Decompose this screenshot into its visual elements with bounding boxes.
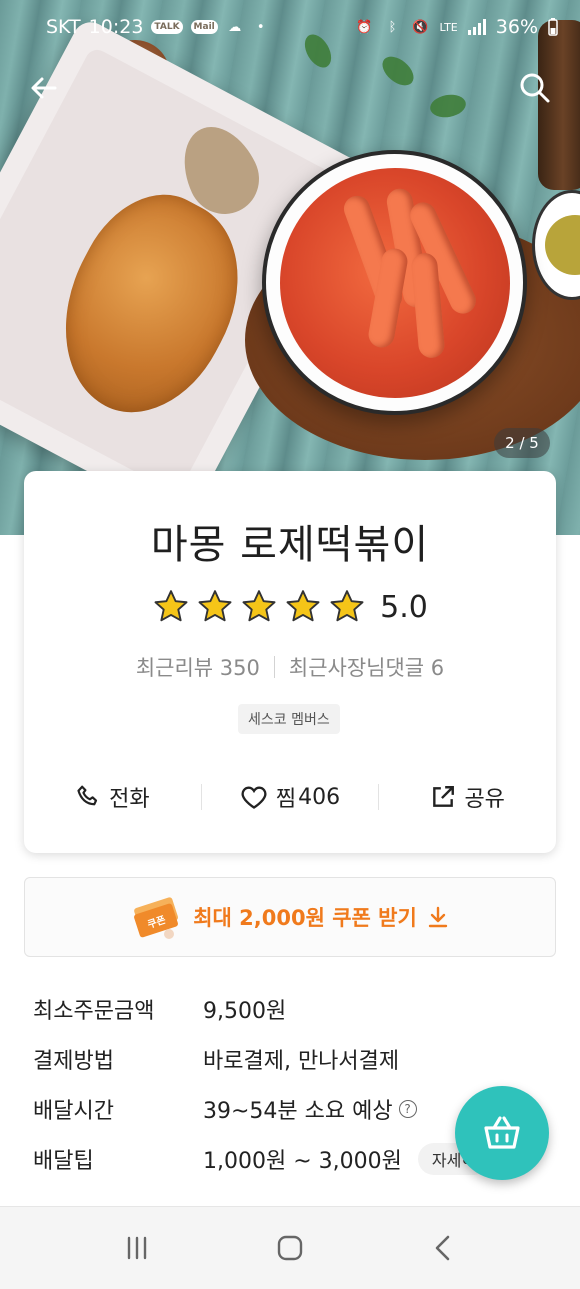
payment-label: 결제방법: [33, 1049, 114, 1074]
min-order-label: 최소주문금액: [33, 999, 155, 1024]
store-action-bar: 전화 찜 406 공유: [24, 770, 556, 824]
nav-back-icon: [436, 1235, 450, 1261]
payment-value: 바로결제, 만나서결제: [203, 1049, 400, 1074]
cart-button[interactable]: [455, 1086, 549, 1180]
carrier: SKT: [46, 16, 81, 38]
call-button[interactable]: 전화: [24, 770, 201, 824]
system-navigation-bar: [0, 1206, 580, 1289]
tteokbokki-bowl: [262, 150, 527, 415]
coupon-label: 최대 2,000원 쿠폰 받기: [193, 906, 417, 930]
status-bar: SKT 10:23 TALK Mail ☁ • ⏰ ᛒ 🔇 LTE 36%: [0, 0, 580, 54]
divider: [273, 656, 275, 678]
cesco-members-badge: 세스코 멤버스: [238, 704, 340, 734]
arrow-left-icon: [31, 77, 57, 99]
min-order-value: 9,500원: [203, 999, 287, 1024]
leaf-decoration: [377, 51, 419, 91]
recent-apps-button[interactable]: [107, 1218, 167, 1278]
leaf-decoration: [428, 92, 468, 120]
star-icon: [242, 590, 276, 622]
delivery-tip-value-wrap: 1,000원 ~ 3,000원 자세히: [203, 1143, 491, 1175]
home-icon: [277, 1235, 303, 1261]
search-icon: [520, 73, 550, 103]
store-name: 마몽 로제떡볶이: [150, 522, 430, 568]
delivery-time-value: 39~54분 소요 예상: [203, 1099, 393, 1124]
battery-icon: [548, 18, 558, 36]
coupon-icon: 쿠폰: [134, 897, 179, 939]
download-arrow-icon: [428, 906, 447, 928]
mute-icon: 🔇: [412, 19, 429, 35]
delivery-time-value-wrap: 39~54분 소요 예상 ?: [203, 1093, 417, 1125]
delivery-time-label: 배달시간: [33, 1099, 114, 1124]
dot-icon: •: [256, 19, 265, 35]
mail-notification-icon: Mail: [190, 20, 218, 34]
coupon-download-button[interactable]: 쿠폰 최대 2,000원 쿠폰 받기: [24, 877, 556, 957]
recent-apps-icon: [127, 1236, 146, 1260]
gallery-page-indicator: 2 / 5: [494, 428, 550, 458]
payment-row: 결제방법 바로결제, 만나서결제: [33, 1034, 553, 1084]
star-icon: [330, 590, 364, 622]
battery-percent: 36%: [495, 16, 538, 38]
call-label: 전화: [109, 787, 150, 812]
heart-icon: [241, 786, 267, 809]
search-button[interactable]: [513, 66, 557, 110]
star-icon: [286, 590, 320, 622]
star-icon: [198, 590, 232, 622]
rating-value: 5.0: [380, 589, 428, 625]
bluetooth-icon: ᛒ: [388, 19, 397, 35]
favorite-count: 406: [298, 784, 341, 810]
star-icon: [154, 590, 188, 622]
clock: 10:23: [88, 16, 144, 38]
share-button[interactable]: 공유: [379, 770, 556, 824]
favorite-label: 찜: [275, 787, 297, 812]
delivery-tip-label: 배달팁: [33, 1149, 94, 1174]
basket-icon: [484, 1116, 520, 1149]
system-back-button[interactable]: [413, 1218, 473, 1278]
store-hero-image[interactable]: [0, 0, 580, 535]
rating-row[interactable]: 5.0: [0, 588, 580, 626]
home-button[interactable]: [260, 1218, 320, 1278]
alarm-icon: ⏰: [356, 19, 373, 35]
phone-icon: [77, 785, 98, 806]
question-circle-icon[interactable]: ?: [398, 1100, 417, 1118]
favorite-button[interactable]: 찜 406: [202, 770, 379, 824]
review-summary[interactable]: 최근리뷰 350 최근사장님댓글 6: [0, 652, 580, 682]
network-type: LTE: [439, 20, 458, 34]
recent-reviews-link[interactable]: 최근리뷰 350: [136, 652, 260, 682]
owner-comments-link[interactable]: 최근사장님댓글 6: [289, 652, 444, 682]
signal-icon: [467, 19, 486, 35]
talk-notification-icon: TALK: [151, 20, 183, 34]
delivery-tip-value: 1,000원 ~ 3,000원: [203, 1149, 402, 1174]
share-icon: [433, 786, 455, 807]
back-button[interactable]: [22, 66, 66, 110]
cloud-icon: ☁: [228, 19, 242, 35]
min-order-row: 최소주문금액 9,500원: [33, 984, 553, 1034]
share-label: 공유: [464, 787, 505, 812]
